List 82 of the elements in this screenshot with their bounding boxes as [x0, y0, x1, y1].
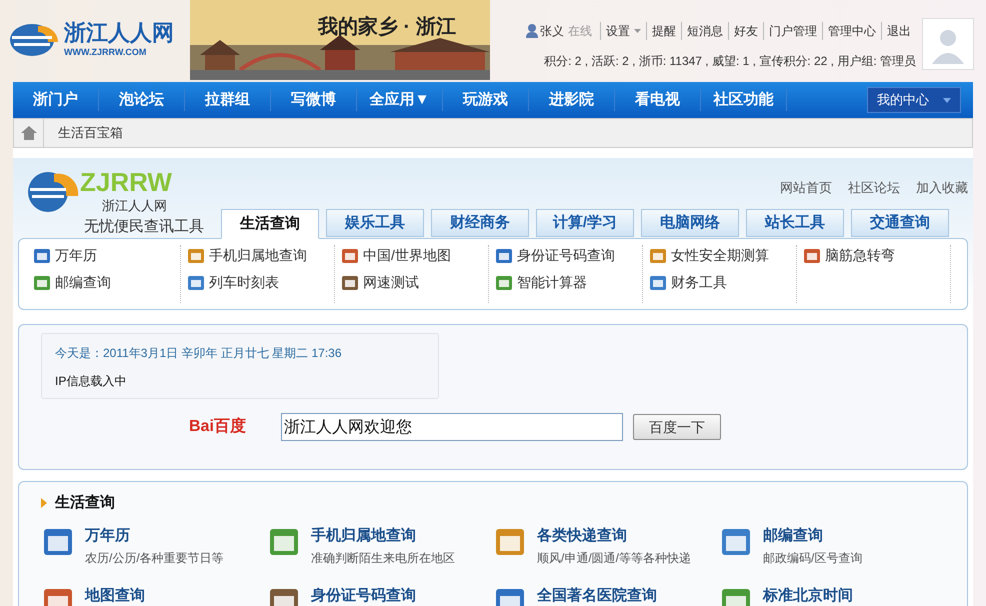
search-button[interactable]: 百度一下 [633, 414, 721, 440]
tool-tab[interactable]: 娱乐工具 [326, 209, 424, 237]
tool-link[interactable]: 万年历 [33, 245, 180, 266]
tool-tab[interactable]: 计算/学习 [536, 209, 634, 237]
header-link[interactable]: 管理中心 [822, 22, 881, 40]
app-icon [803, 246, 821, 264]
item-description: 顺风/申通/圆通/等等各种快递 [537, 550, 692, 567]
app-icon [495, 274, 513, 292]
top-link[interactable]: 加入收藏 [916, 178, 968, 197]
tool-link[interactable]: 女性安全期测算 [649, 245, 796, 266]
app-icon [33, 274, 51, 292]
tool-link[interactable]: 智能计算器 [495, 272, 642, 293]
item-title[interactable]: 全国著名医院查询 [537, 585, 657, 606]
logo-subtitle: 浙江人人网 [102, 197, 168, 215]
header-link[interactable]: 门户管理 [763, 22, 822, 40]
tool-tab[interactable]: 电脑网络 [641, 209, 739, 237]
app-icon [649, 246, 667, 264]
caret-icon [634, 29, 641, 33]
app-icon [187, 274, 205, 292]
tool-link[interactable]: 身份证号码查询 [495, 245, 642, 266]
search-field[interactable]: 浙江人人网欢迎您 [281, 413, 623, 441]
tool-link[interactable]: 邮编查询 [33, 272, 180, 293]
item-title[interactable]: 邮编查询 [763, 524, 862, 547]
tools-logo: ZJRRW [80, 168, 172, 196]
item-title[interactable]: 各类快递查询 [537, 524, 692, 547]
item-title[interactable]: 万年历 [85, 524, 224, 547]
date-text: 今天是：2011年3月1日 辛卯年 正月廿七 星期二 17:36 [55, 345, 343, 362]
app-icon [495, 246, 513, 264]
header-link[interactable]: 好友 [728, 22, 763, 40]
tool-tab[interactable]: 交通查询 [851, 209, 949, 237]
tool-link[interactable]: 网速测试 [341, 272, 488, 293]
header-link[interactable]: 短消息 [681, 22, 728, 40]
item-title[interactable]: 身份证号码查询 [311, 585, 416, 606]
item-title[interactable]: 地图查询 [85, 585, 145, 606]
my-center-dropdown[interactable]: 我的中心 [867, 87, 961, 113]
user-stats: 积分: 2 , 活跃: 2 , 浙币: 11347 , 威望: 1 , 宣传积分: 22 , 用户组: 管理员 [544, 53, 916, 70]
slogan: 无忧便民查讯工具 [84, 216, 205, 236]
triangle-icon [41, 498, 47, 508]
tool-link[interactable]: 脑筋急转弯 [803, 245, 950, 266]
tool-tab[interactable]: 站长工具 [746, 209, 844, 237]
online-status: 在线 [568, 23, 592, 40]
caret-icon [943, 98, 951, 102]
banner-title: 我的家乡 · 浙江 [318, 14, 456, 40]
item-description: 邮政编码/区号查询 [763, 550, 862, 567]
app-icon [649, 274, 667, 292]
user-icon [526, 24, 538, 38]
nav-item[interactable]: 社区功能 [701, 88, 787, 112]
app-icon [187, 246, 205, 264]
item-description: 农历/公历/各种重要节日等 [85, 550, 224, 567]
tool-tab[interactable]: 财经商务 [431, 209, 529, 237]
nav-item[interactable]: 进影院 [529, 88, 615, 112]
header-link[interactable]: 退出 [881, 22, 916, 40]
item-description: 准确判断陌生来电所在地区 [311, 550, 455, 567]
nav-item[interactable]: 全应用▼ [357, 88, 443, 112]
header-link[interactable]: 提醒 [646, 22, 681, 40]
nav-item[interactable]: 拉群组 [185, 88, 271, 112]
breadcrumb-item[interactable]: 生活百宝箱 [58, 123, 123, 143]
site-url: WWW.ZJRRW.COM [64, 46, 148, 60]
tool-link[interactable]: 中国/世界地图 [341, 245, 488, 266]
top-link[interactable]: 社区论坛 [848, 178, 900, 197]
tool-tab[interactable]: 生活查询 [221, 209, 319, 239]
site-logo: 浙江人人网 [64, 20, 174, 46]
nav-item[interactable]: 看电视 [615, 88, 701, 112]
user-link[interactable]: 张义 [540, 22, 564, 40]
home-icon[interactable] [20, 126, 36, 140]
top-link[interactable]: 网站首页 [780, 178, 832, 197]
nav-item[interactable]: 浙门户 [13, 88, 99, 112]
item-title[interactable]: 标准北京时间 [763, 585, 853, 606]
app-icon [33, 246, 51, 264]
app-icon [341, 246, 359, 264]
tool-link[interactable]: 手机归属地查询 [187, 245, 334, 266]
nav-item[interactable]: 写微博 [271, 88, 357, 112]
app-icon [341, 274, 359, 292]
nav-item[interactable]: 泡论坛 [99, 88, 185, 112]
search-logo: Bai百度 [189, 416, 247, 437]
item-title[interactable]: 手机归属地查询 [311, 524, 455, 547]
nav-item[interactable]: 玩游戏 [443, 88, 529, 112]
settings-dropdown[interactable]: 设置 [600, 22, 646, 40]
tool-link[interactable]: 财务工具 [649, 272, 796, 293]
tool-link[interactable]: 列车时刻表 [187, 272, 334, 293]
section-title: 生活查询 [55, 493, 115, 513]
ip-text: IP信息载入中 [55, 373, 128, 390]
